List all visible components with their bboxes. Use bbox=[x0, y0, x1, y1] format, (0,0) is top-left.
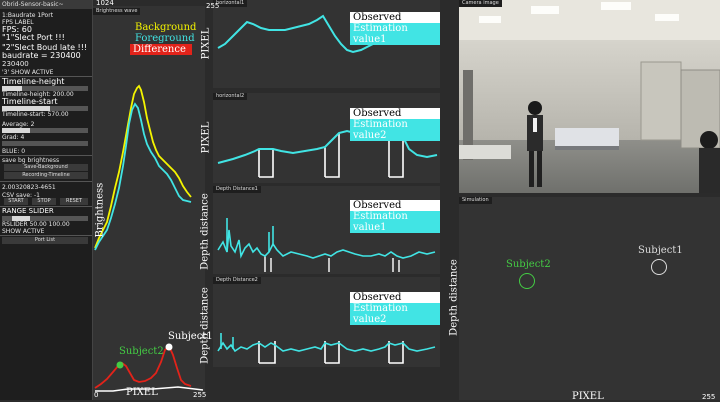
legend-foreground: Foreground bbox=[135, 33, 195, 44]
timestamp-text: 2.00320823-4651 bbox=[2, 184, 56, 191]
save-background-button[interactable]: Save-Background bbox=[4, 164, 88, 171]
subject2-position-marker bbox=[519, 273, 535, 289]
average-slider-fill bbox=[2, 128, 30, 133]
timeline-start-label: Timeline-start bbox=[2, 97, 58, 106]
subject2-label: Subject2 bbox=[119, 346, 164, 357]
select-port-text: "1"Slect Port !!! bbox=[2, 33, 65, 42]
baudrate-field[interactable]: 230400 bbox=[2, 61, 29, 68]
save-bg-label: save bg brightness bbox=[2, 157, 60, 164]
camera-image-tab: Camera image bbox=[459, 0, 502, 7]
simulation-subject1-label: Subject1 bbox=[638, 245, 683, 256]
simulation-ylabel: Depth distance bbox=[448, 259, 460, 336]
recording-timeline-button[interactable]: Recording-Timeline bbox=[4, 172, 88, 179]
horizontal2-ylabel: PIXEL bbox=[200, 121, 212, 154]
brightness-xmax: 255 bbox=[193, 391, 207, 399]
control-panel-title: Obrid-Sensor-basic~ bbox=[0, 0, 92, 9]
baudrate-text: baudrate = 230400 bbox=[2, 51, 81, 60]
horizontal1-ylabel: PIXEL bbox=[200, 27, 212, 60]
camera-image-panel: Camera image bbox=[459, 0, 720, 193]
subject1-position-marker bbox=[651, 259, 667, 275]
grad-value: Grad: 4 bbox=[2, 134, 25, 141]
simulation-plot bbox=[519, 259, 667, 289]
reset-button[interactable]: RESET bbox=[60, 198, 88, 205]
subject2-marker bbox=[116, 361, 124, 369]
brightness-xlabel: PIXEL bbox=[126, 387, 158, 398]
divider bbox=[0, 155, 92, 156]
depth1-observed-line bbox=[264, 256, 400, 272]
port-list-dropdown[interactable]: Port List bbox=[2, 237, 88, 244]
legend-difference: Difference bbox=[130, 44, 192, 55]
divider bbox=[0, 181, 92, 182]
subject1-marker bbox=[165, 343, 173, 351]
range-slider-label: RANGE SLIDER bbox=[2, 207, 54, 215]
foreground-curve bbox=[94, 102, 192, 251]
depth1-estimation-line bbox=[217, 229, 436, 259]
brightness-xmin: 0 bbox=[94, 391, 99, 399]
camera-image bbox=[459, 0, 720, 193]
start-button[interactable]: START bbox=[4, 198, 28, 205]
blue-value: BLUE: 0 bbox=[2, 148, 26, 155]
divider bbox=[0, 235, 92, 236]
horizontal2-legend-estimation: Estimation value2 bbox=[350, 119, 440, 141]
horizontal1-legend-estimation: Estimation value1 bbox=[350, 23, 440, 45]
grad-slider[interactable] bbox=[2, 141, 88, 146]
brightness-ylabel: Brightness bbox=[94, 182, 106, 238]
timeline-height-label: Timeline-height bbox=[2, 77, 65, 86]
depth2-legend-estimation: Estimation value2 bbox=[350, 303, 440, 325]
timeline-start-value: Timeline-start: 570.00 bbox=[2, 111, 69, 118]
person-head bbox=[528, 101, 542, 115]
stop-button[interactable]: STOP bbox=[32, 198, 56, 205]
range-slider-value: RSLIDER 50.00 100.00 bbox=[2, 221, 70, 228]
simulation-xlabel: PIXEL bbox=[572, 391, 604, 402]
depth2-ylabel: Depth distance bbox=[199, 287, 211, 364]
simulation-subject2-label: Subject2 bbox=[506, 259, 551, 270]
show-active-text[interactable]: SHOW ACTIVE bbox=[2, 228, 44, 235]
control-panel: Obrid-Sensor-basic~ 1:Baudrate 1Port FPS… bbox=[0, 0, 93, 400]
show-active-toggle[interactable]: '3' SHOW ACTIVE bbox=[2, 69, 53, 76]
average-value: Average: 2 bbox=[2, 121, 35, 128]
depth1-legend-estimation: Estimation value1 bbox=[350, 211, 440, 233]
baudrate-port-label: 1:Baudrate 1Port bbox=[2, 12, 54, 19]
legend-background: Background bbox=[135, 22, 197, 33]
depth1-ylabel: Depth distance bbox=[199, 193, 211, 270]
